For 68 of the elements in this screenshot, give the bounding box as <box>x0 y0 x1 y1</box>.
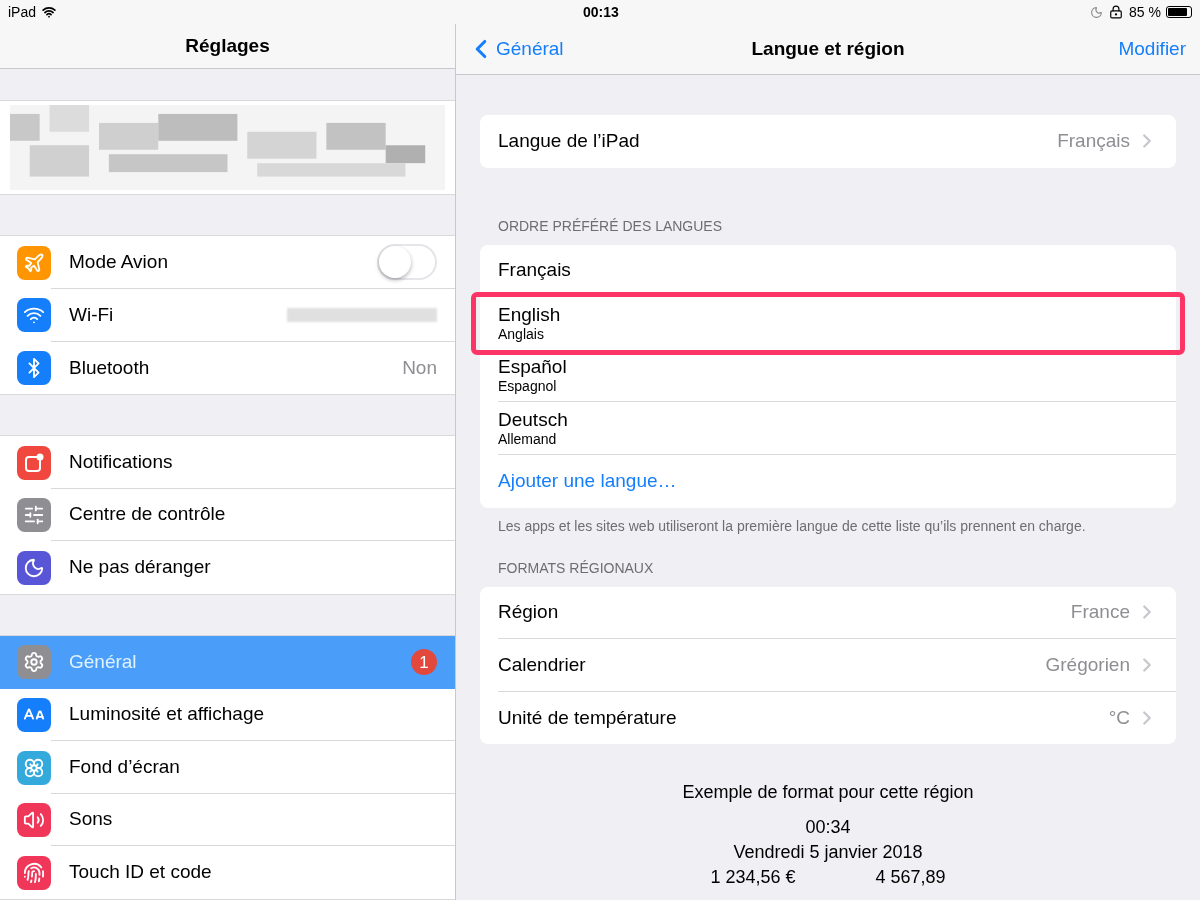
row-label: Ne pas déranger <box>69 555 212 580</box>
row-label: Touch ID et code <box>69 860 213 885</box>
settings-row[interactable]: Notifications <box>0 436 455 489</box>
rotation-lock-icon <box>1109 5 1124 19</box>
example-number: 1 234,56 € <box>710 866 796 890</box>
moon-icon <box>1090 5 1104 19</box>
language-name: Deutsch <box>498 408 569 431</box>
language-row[interactable]: Langue de l’iPad Français <box>480 115 1176 168</box>
language-item[interactable]: Français <box>480 244 1176 298</box>
settings-row[interactable]: Sons <box>0 793 455 847</box>
add-language-link[interactable]: Ajouter une langue… <box>498 467 677 496</box>
toggle-switch[interactable] <box>377 244 437 281</box>
language-name: Español <box>498 356 568 379</box>
row-value: °C <box>1108 705 1130 730</box>
row-label: Mode Avion <box>69 250 169 274</box>
language-subtitle: Anglais <box>498 326 545 343</box>
row-label: Notifications <box>69 449 174 474</box>
language-item[interactable]: Español Espagnol <box>480 349 1176 403</box>
section-header: ORDRE PRÉFÉRÉ DES LANGUES <box>497 216 724 236</box>
wifi-icon <box>42 5 57 19</box>
language-item[interactable]: English Anglais <box>476 297 1180 350</box>
example-date: Vendredi 5 janvier 2018 <box>733 841 923 865</box>
settings-row[interactable]: Touch ID et code <box>0 846 455 899</box>
row-value: France <box>1070 600 1130 625</box>
back-button[interactable]: Général <box>466 34 564 64</box>
count-badge: 1 <box>411 649 437 676</box>
settings-row[interactable]: Bluetooth Non <box>0 341 455 395</box>
settings-row[interactable]: Fond d’écran <box>0 741 455 794</box>
language-subtitle: Espagnol <box>498 378 558 396</box>
row-value: Grégorien <box>1045 652 1130 677</box>
row-label: Luminosité et affichage <box>69 702 266 727</box>
settings-row[interactable]: Wi-Fi <box>0 289 455 342</box>
settings-row[interactable]: Mode Avion <box>0 236 455 290</box>
language-name: English <box>498 304 562 326</box>
settings-row[interactable]: Ne pas déranger <box>0 541 455 595</box>
battery-icon <box>1166 6 1192 18</box>
battery-percent: 85 % <box>1129 2 1161 22</box>
row-label: Wi-Fi <box>69 302 115 327</box>
settings-row[interactable]: Luminosité et affichage <box>0 688 455 742</box>
status-time: 00:13 <box>583 2 619 22</box>
settings-row[interactable]: Général 1 <box>0 636 455 689</box>
language-name: Français <box>498 259 572 282</box>
section-footer: Les apps et les sites web utiliseront la première langue de cette liste qu’ils prennent en charge. <box>480 516 1176 536</box>
row-label: Sons <box>69 807 114 832</box>
language-item[interactable]: Deutsch Allemand <box>480 402 1176 455</box>
row-label: Fond d’écran <box>69 754 181 779</box>
format-row[interactable]: Unité de température °C <box>480 691 1176 745</box>
row-label: Calendrier <box>498 652 587 677</box>
row-label: Général <box>69 650 138 675</box>
row-label: Unité de température <box>498 705 678 730</box>
example-time: 00:34 <box>805 816 851 840</box>
edit-button[interactable]: Modifier <box>1118 34 1190 64</box>
row-label: Centre de contrôle <box>69 502 227 527</box>
carrier-label: iPad <box>8 2 37 22</box>
format-row[interactable]: Région France <box>480 586 1176 640</box>
example-title: Exemple de format pour cette région <box>682 781 974 805</box>
row-label: Langue de l’iPad <box>498 129 641 154</box>
row-value: Français <box>1057 129 1130 154</box>
section-header: FORMATS RÉGIONAUX <box>497 558 655 578</box>
row-label: Région <box>498 600 560 625</box>
settings-row[interactable]: Centre de contrôle <box>0 488 455 542</box>
row-value: Non <box>402 355 437 380</box>
page-title: Langue et région <box>751 36 905 61</box>
language-subtitle: Allemand <box>498 430 558 448</box>
format-row[interactable]: Calendrier Grégorien <box>480 639 1176 692</box>
row-label: Bluetooth <box>69 355 151 380</box>
example-number: 4 567,89 <box>875 866 946 890</box>
sidebar-title: Réglages <box>185 33 270 58</box>
